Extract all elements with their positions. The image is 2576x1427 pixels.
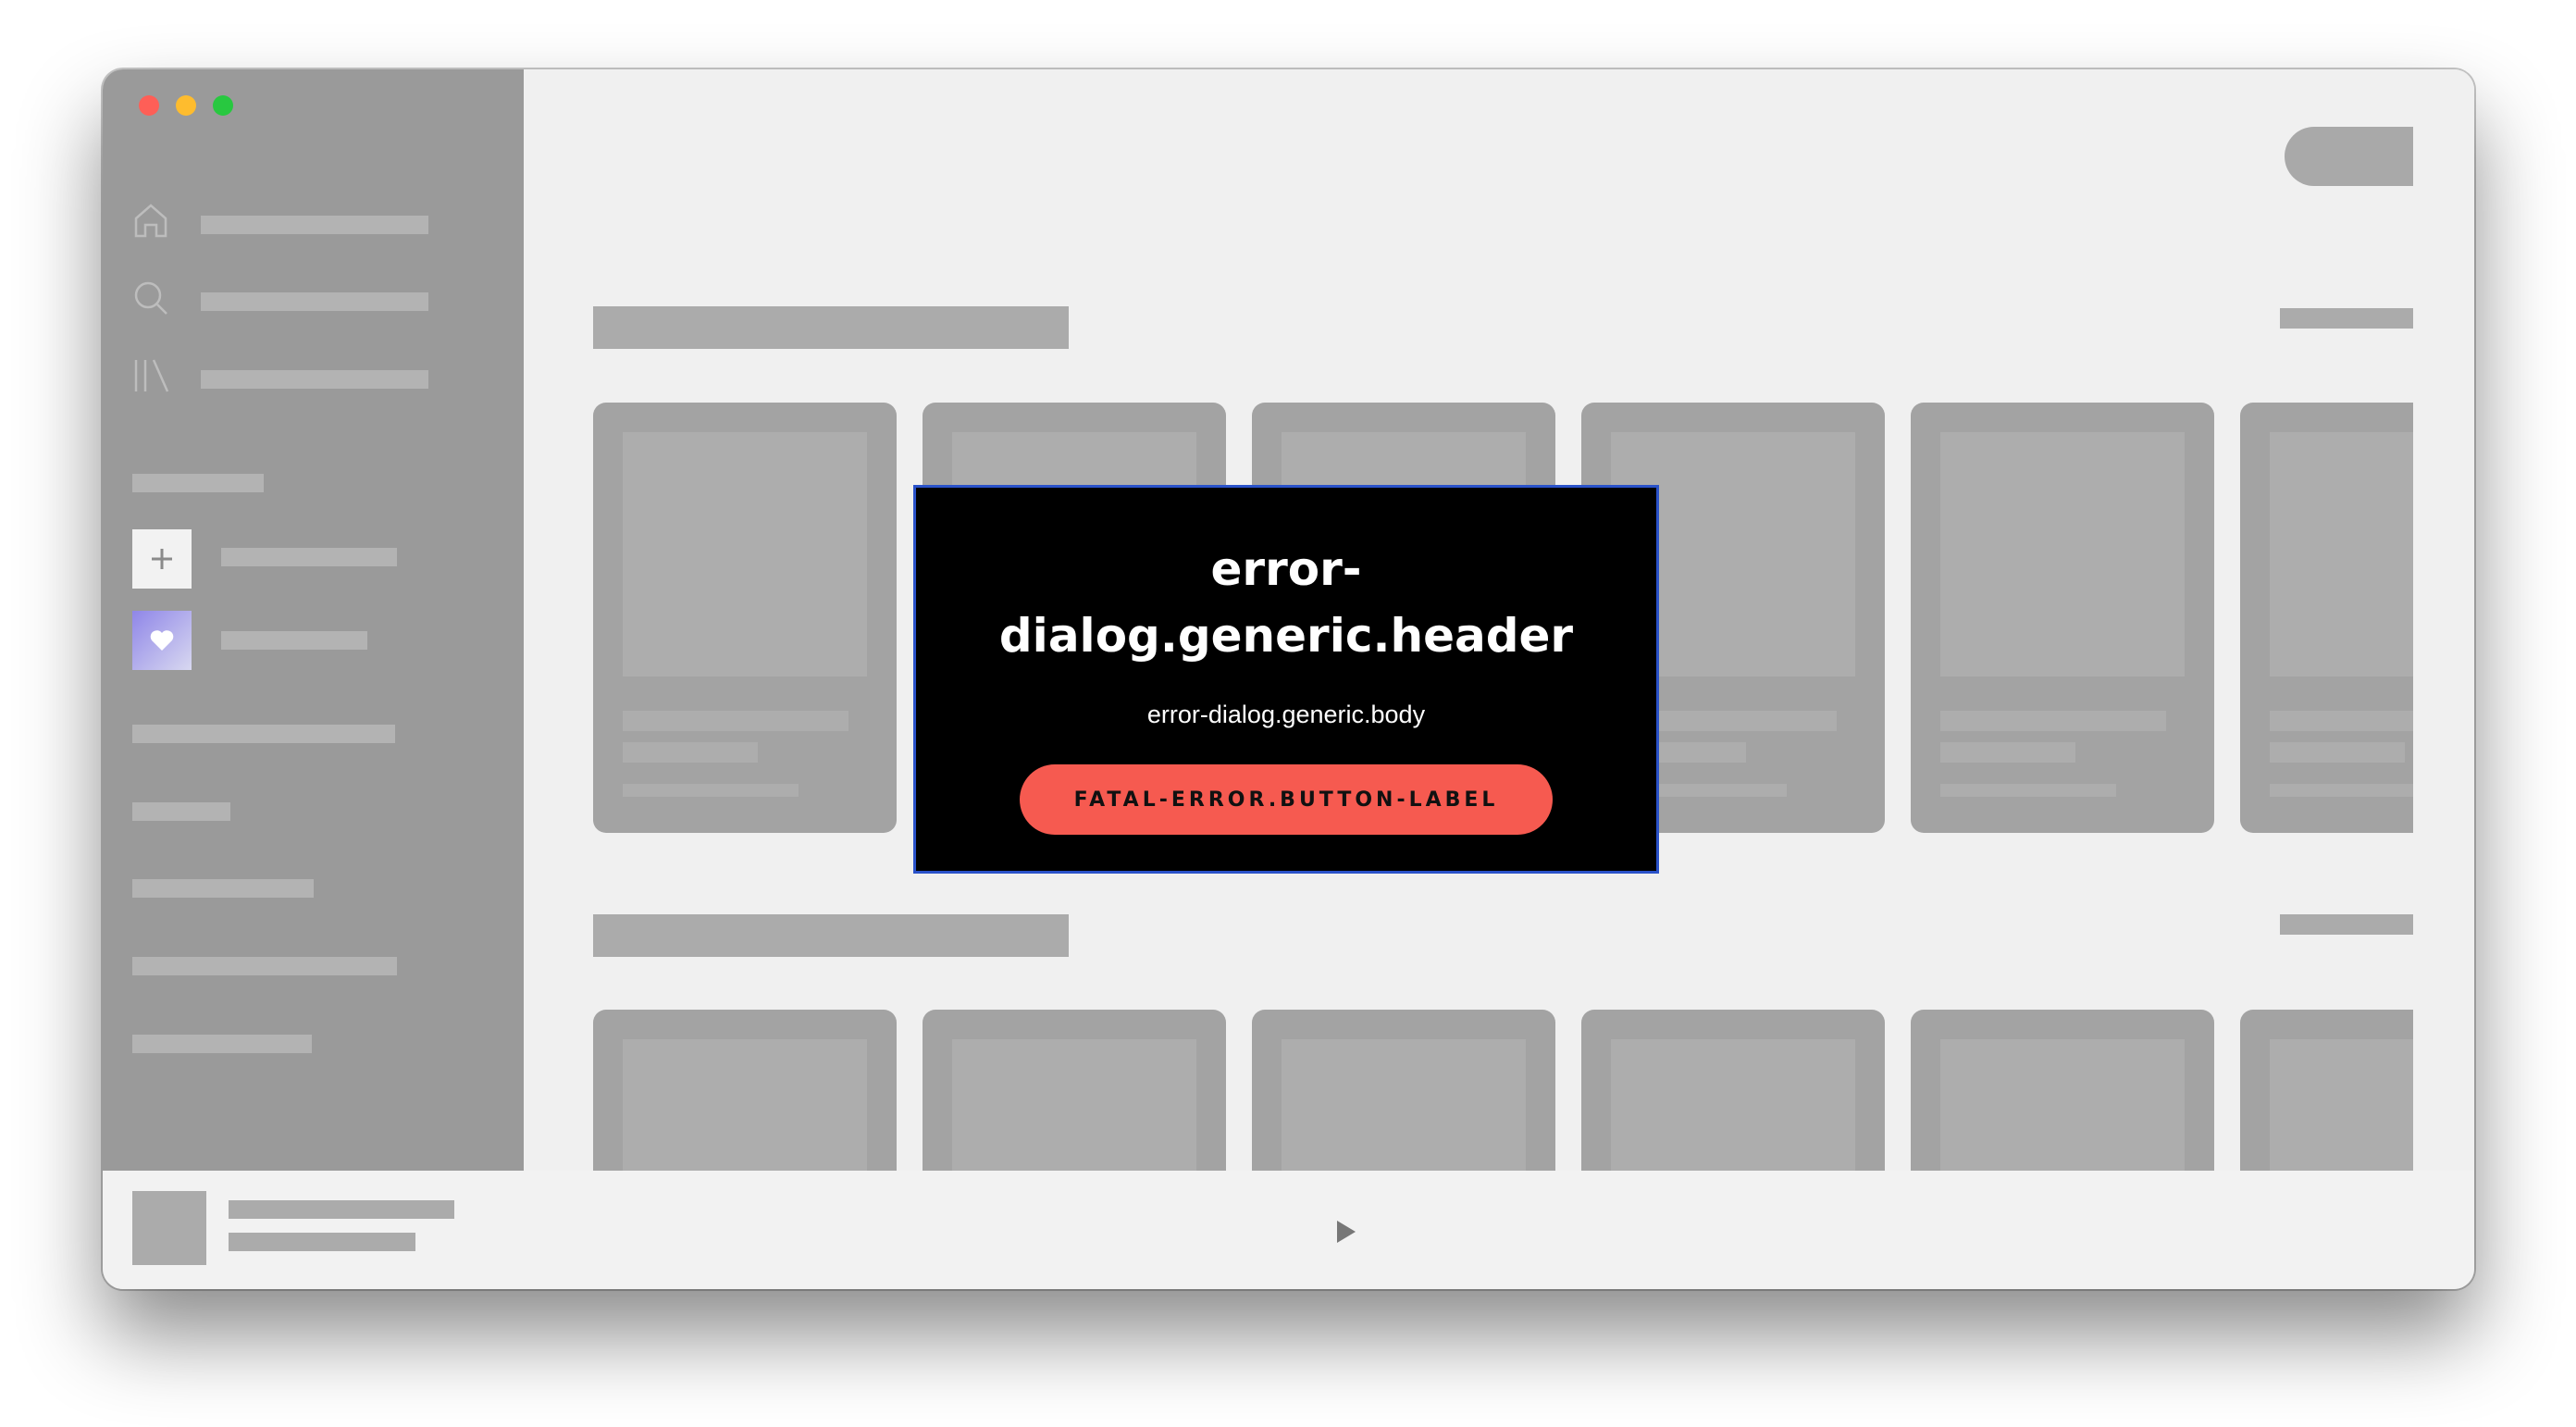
- now-playing-title-skeleton[interactable]: [229, 1200, 454, 1219]
- app-window: error-dialog.generic.header error-dialog…: [103, 69, 2474, 1289]
- fatal-error-button[interactable]: FATAL-ERROR.BUTTON-LABEL: [1020, 764, 1553, 835]
- sidebar-playlist-skeleton[interactable]: [132, 879, 314, 898]
- heart-icon: [150, 630, 174, 651]
- play-icon[interactable]: [1337, 1221, 1356, 1243]
- sidebar-nav-library-skeleton[interactable]: [201, 370, 428, 389]
- sidebar-nav-home-skeleton[interactable]: [201, 216, 428, 234]
- sidebar-nav-search-skeleton[interactable]: [201, 292, 428, 311]
- shelf-card[interactable]: [1911, 403, 2214, 833]
- sidebar-section-heading-skeleton: [132, 474, 264, 492]
- search-icon[interactable]: [130, 278, 171, 318]
- section-title-skeleton: [593, 914, 1069, 957]
- create-playlist-button[interactable]: [132, 529, 192, 589]
- sidebar-playlist-skeleton[interactable]: [132, 802, 230, 821]
- plus-icon: [152, 549, 172, 569]
- sidebar-playlist-skeleton[interactable]: [132, 725, 395, 743]
- shelf-card[interactable]: [593, 1010, 897, 1171]
- now-playing-artist-skeleton[interactable]: [229, 1233, 415, 1251]
- sidebar-playlist-skeleton[interactable]: [132, 957, 397, 975]
- window-zoom-button[interactable]: [213, 95, 233, 116]
- shelf-card[interactable]: [1911, 1010, 2214, 1171]
- error-dialog: error-dialog.generic.header error-dialog…: [913, 485, 1659, 874]
- sidebar: [103, 69, 524, 1171]
- see-all-skeleton[interactable]: [2280, 914, 2413, 935]
- shelf-card[interactable]: [1252, 1010, 1555, 1171]
- now-playing-bar: [103, 1171, 2474, 1289]
- shelf-card[interactable]: [923, 1010, 1226, 1171]
- liked-songs-label-skeleton[interactable]: [221, 631, 367, 650]
- window-close-button[interactable]: [139, 95, 159, 116]
- error-dialog-header: error-dialog.generic.header: [998, 542, 1574, 663]
- window-minimize-button[interactable]: [176, 95, 196, 116]
- shelf-card[interactable]: [593, 403, 897, 833]
- error-dialog-body: error-dialog.generic.body: [1146, 701, 1426, 728]
- sidebar-playlist-skeleton[interactable]: [132, 1035, 312, 1053]
- see-all-skeleton[interactable]: [2280, 308, 2413, 329]
- now-playing-cover-skeleton[interactable]: [132, 1191, 206, 1265]
- content-right-gutter: [2413, 69, 2474, 1171]
- library-icon[interactable]: [130, 355, 171, 396]
- liked-songs-button[interactable]: [132, 611, 192, 670]
- shelf-card[interactable]: [1581, 1010, 1885, 1171]
- home-icon[interactable]: [130, 200, 171, 241]
- create-playlist-label-skeleton[interactable]: [221, 548, 397, 566]
- section-title-skeleton: [593, 306, 1069, 349]
